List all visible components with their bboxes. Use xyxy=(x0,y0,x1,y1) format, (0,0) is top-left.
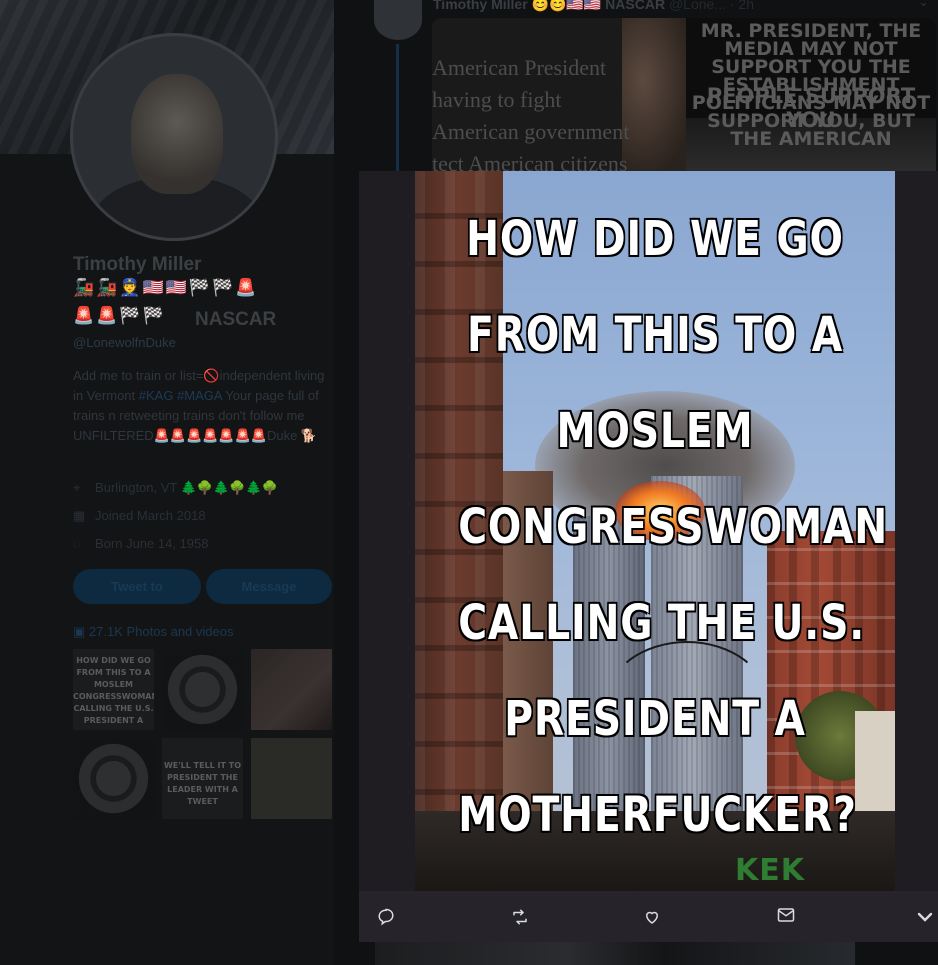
profile-avatar[interactable] xyxy=(70,33,278,241)
tweet-media-right-text-2: PEOPLE SUPPORT YOU xyxy=(706,84,916,132)
modal-meme-image[interactable]: HOW DID WE GO FROM THIS TO A MOSLEM CONG… xyxy=(415,171,895,891)
media-viewer-modal: HOW DID WE GO FROM THIS TO A MOSLEM CONG… xyxy=(359,171,938,942)
message-button[interactable]: Message xyxy=(206,569,332,604)
caption-line: MOTHERFUCKER? xyxy=(458,787,857,843)
tweet-media-left[interactable]: American President having to fight Ameri… xyxy=(432,18,686,173)
media-thumb[interactable] xyxy=(251,738,332,819)
media-thumb[interactable]: WE'LL TELL IT TO PRESIDENT THE LEADER WI… xyxy=(162,738,243,819)
caption-line: FROM THIS TO A xyxy=(467,307,843,363)
thread-connector xyxy=(396,44,399,174)
caption-line: MOSLEM xyxy=(556,403,754,459)
photos-videos-label: 27.1K Photos and videos xyxy=(88,624,234,639)
balloon-icon: ◌ xyxy=(73,536,81,551)
profile-joined: ▦ Joined March 2018 xyxy=(73,508,206,524)
profile-bio: Add me to train or list=🚫independent liv… xyxy=(73,366,331,446)
photos-videos-link[interactable]: ▣ 27.1K Photos and videos xyxy=(73,624,233,640)
tweet-author-suffix: NASCAR xyxy=(605,0,666,12)
tweet-menu-chevron-icon[interactable]: ⌄ xyxy=(918,0,929,10)
joined-text: Joined March 2018 xyxy=(95,508,206,523)
caption-line: HOW DID WE GO xyxy=(466,211,844,267)
location-pin-icon: ⌖ xyxy=(73,480,81,495)
tweet-to-button[interactable]: Tweet to xyxy=(73,569,201,604)
tweet-media-left-text: American President having to fight Ameri… xyxy=(432,55,630,173)
profile-handle[interactable]: @LonewolfnDuke xyxy=(73,335,176,350)
profile-name[interactable]: Timothy Miller xyxy=(73,254,201,276)
media-thumb[interactable] xyxy=(73,738,154,819)
tweet-author-name[interactable]: Timothy Miller xyxy=(433,0,528,12)
tweet-author-avatar[interactable] xyxy=(374,0,422,40)
location-text: Burlington, VT 🌲🌳🌲🌳🌲🌳 xyxy=(95,480,278,495)
profile-sidebar: Timothy Miller 🚂🚂👮🇺🇸🇺🇸🏁🏁🚨 🚨🚨🏁🏁 NASCAR @L… xyxy=(0,0,334,965)
tweet-header: Timothy Miller 😊😊🇺🇸🇺🇸 NASCAR @Lone... · … xyxy=(433,0,754,13)
meme-caption: HOW DID WE GO FROM THIS TO A MOSLEM CONG… xyxy=(415,191,895,863)
name-emoji-row-2: 🚨🚨🏁🏁 xyxy=(73,306,166,325)
caption-line: CALLING THE U.S. xyxy=(458,595,866,651)
chevron-down-icon[interactable] xyxy=(915,903,935,931)
media-thumb[interactable] xyxy=(162,649,243,730)
profile-location: ⌖ Burlington, VT 🌲🌳🌲🌳🌲🌳 xyxy=(73,480,278,496)
media-thumb[interactable] xyxy=(251,649,332,730)
tweet-media-right[interactable]: MR. PRESIDENT, THE MEDIA MAY NOT SUPPORT… xyxy=(686,18,936,173)
born-text: Born June 14, 1958 xyxy=(95,536,209,551)
heart-icon[interactable] xyxy=(638,903,666,931)
media-thumb[interactable]: HOW DID WE GO FROM THIS TO A MOSLEM CONG… xyxy=(73,649,154,730)
media-thumb-text: HOW DID WE GO FROM THIS TO A MOSLEM CONG… xyxy=(73,656,154,725)
calendar-icon: ▦ xyxy=(73,508,86,523)
caption-line: CONGRESSWOMAN xyxy=(458,499,889,555)
avatar-face xyxy=(131,74,223,194)
reply-icon[interactable] xyxy=(372,903,400,931)
caption-line: PRESIDENT A xyxy=(504,691,806,747)
tweet-author-emoji: 😊😊🇺🇸🇺🇸 xyxy=(531,0,602,12)
retweet-icon[interactable] xyxy=(506,903,534,931)
kek-watermark: KEK xyxy=(735,853,805,888)
media-thumb-text: WE'LL TELL IT TO PRESIDENT THE LEADER WI… xyxy=(163,761,242,806)
hashtag-maga-link[interactable]: #MAGA xyxy=(177,388,222,403)
next-tweet-media[interactable] xyxy=(375,940,855,965)
modal-action-bar xyxy=(359,891,938,942)
profile-birthday: ◌ Born June 14, 1958 xyxy=(73,536,208,551)
envelope-icon[interactable] xyxy=(772,903,800,931)
tweet-handle-time[interactable]: @Lone... · 2h xyxy=(669,0,754,12)
hashtag-kag-link[interactable]: #KAG xyxy=(139,388,174,403)
photo-icon: ▣ xyxy=(73,624,86,639)
name-suffix: NASCAR xyxy=(195,309,277,330)
name-emoji-row-1: 🚂🚂👮🇺🇸🇺🇸🏁🏁🚨 xyxy=(73,278,259,297)
